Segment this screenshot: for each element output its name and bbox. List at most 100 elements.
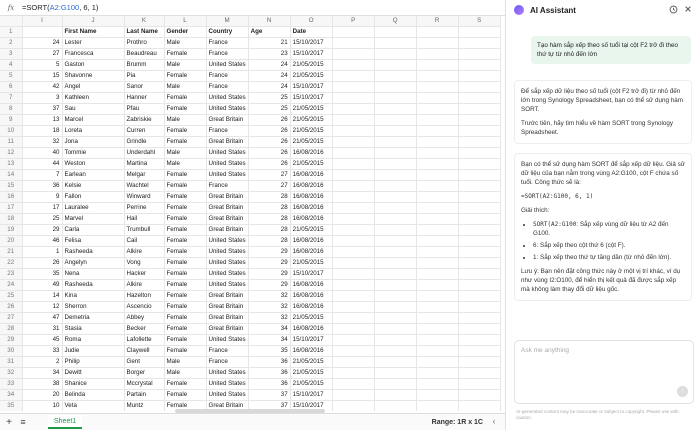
cell[interactable]: 37 bbox=[22, 103, 63, 116]
cell[interactable]: 28 bbox=[248, 191, 291, 204]
cell[interactable]: 32 bbox=[22, 136, 63, 149]
cell[interactable]: Francesca bbox=[62, 48, 125, 61]
cell[interactable]: 1 bbox=[22, 246, 63, 259]
cell[interactable] bbox=[332, 279, 375, 292]
cell[interactable]: Perrine bbox=[124, 202, 165, 215]
cell[interactable]: 21/05/2015 bbox=[290, 367, 333, 380]
cell[interactable] bbox=[374, 213, 417, 226]
cell[interactable]: 21/05/2015 bbox=[290, 356, 333, 369]
row-header[interactable]: 21 bbox=[0, 246, 23, 259]
cell[interactable] bbox=[416, 301, 459, 314]
row-header[interactable]: 28 bbox=[0, 323, 23, 336]
cell[interactable]: 38 bbox=[22, 378, 63, 391]
cell[interactable] bbox=[332, 323, 375, 336]
cell[interactable]: 15/10/2017 bbox=[290, 268, 333, 281]
cell[interactable]: France bbox=[206, 345, 249, 358]
cell[interactable] bbox=[332, 147, 375, 160]
column-header[interactable]: J bbox=[62, 16, 125, 28]
cell[interactable] bbox=[374, 125, 417, 138]
cell[interactable]: France bbox=[206, 81, 249, 94]
cell[interactable]: Veta bbox=[62, 400, 125, 411]
cell[interactable] bbox=[458, 378, 501, 391]
cell[interactable]: 16/08/2016 bbox=[290, 345, 333, 358]
cell[interactable] bbox=[374, 246, 417, 259]
cell[interactable] bbox=[416, 345, 459, 358]
cell[interactable]: Great Britain bbox=[206, 323, 249, 336]
cell[interactable]: Demetria bbox=[62, 312, 125, 325]
cell[interactable]: 37 bbox=[248, 389, 291, 402]
row-header[interactable]: 15 bbox=[0, 180, 23, 193]
cell[interactable] bbox=[374, 235, 417, 248]
cell[interactable] bbox=[332, 169, 375, 182]
row-header[interactable]: 24 bbox=[0, 279, 23, 292]
cell[interactable]: Male bbox=[164, 158, 207, 171]
cell[interactable]: Angel bbox=[62, 81, 125, 94]
cell[interactable] bbox=[332, 235, 375, 248]
cell[interactable] bbox=[374, 147, 417, 160]
cell[interactable] bbox=[458, 356, 501, 369]
cell[interactable] bbox=[332, 191, 375, 204]
cell[interactable] bbox=[458, 235, 501, 248]
cell[interactable]: 16/08/2016 bbox=[290, 213, 333, 226]
cell[interactable]: Carla bbox=[62, 224, 125, 237]
column-header[interactable]: N bbox=[248, 16, 291, 28]
cell[interactable]: Cail bbox=[124, 235, 165, 248]
cell[interactable] bbox=[374, 136, 417, 149]
cell[interactable]: Female bbox=[164, 103, 207, 116]
cell[interactable]: Great Britain bbox=[206, 290, 249, 303]
cell[interactable] bbox=[458, 37, 501, 50]
cell[interactable]: United States bbox=[206, 92, 249, 105]
cell[interactable]: Female bbox=[164, 125, 207, 138]
cell[interactable]: Sau bbox=[62, 103, 125, 116]
cell[interactable]: Gent bbox=[124, 356, 165, 369]
cell[interactable]: 15/10/2017 bbox=[290, 81, 333, 94]
row-header[interactable]: 34 bbox=[0, 389, 23, 402]
cell[interactable] bbox=[332, 81, 375, 94]
cell[interactable] bbox=[374, 224, 417, 237]
row-header[interactable]: 30 bbox=[0, 345, 23, 358]
cell[interactable] bbox=[458, 103, 501, 116]
cell[interactable]: Lafollette bbox=[124, 334, 165, 347]
cell[interactable]: 20 bbox=[22, 389, 63, 402]
cell[interactable]: Dewitt bbox=[62, 367, 125, 380]
close-icon[interactable] bbox=[684, 5, 692, 15]
cell[interactable] bbox=[374, 345, 417, 358]
cell[interactable] bbox=[332, 301, 375, 314]
cell[interactable]: United States bbox=[206, 257, 249, 270]
row-header[interactable]: 31 bbox=[0, 356, 23, 369]
column-header[interactable]: M bbox=[206, 16, 249, 28]
cell[interactable]: Rasheeda bbox=[62, 279, 125, 292]
cell[interactable]: France bbox=[206, 37, 249, 50]
cell[interactable]: 36 bbox=[22, 180, 63, 193]
cell[interactable]: Weston bbox=[62, 158, 125, 171]
cell[interactable]: 24 bbox=[248, 81, 291, 94]
cell[interactable] bbox=[416, 114, 459, 127]
cell[interactable]: Zabriskie bbox=[124, 114, 165, 127]
row-header[interactable]: 5 bbox=[0, 70, 23, 83]
cell[interactable] bbox=[458, 70, 501, 83]
cell[interactable] bbox=[416, 367, 459, 380]
cell[interactable]: Nena bbox=[62, 268, 125, 281]
cell[interactable] bbox=[332, 378, 375, 391]
cell[interactable]: Mccrystal bbox=[124, 378, 165, 391]
cell[interactable]: Beaudreau bbox=[124, 48, 165, 61]
cell[interactable]: Hazelton bbox=[124, 290, 165, 303]
cell[interactable]: Borger bbox=[124, 367, 165, 380]
cell[interactable]: 34 bbox=[22, 367, 63, 380]
cell[interactable]: Female bbox=[164, 224, 207, 237]
cell[interactable]: 27 bbox=[248, 180, 291, 193]
cell[interactable]: Pia bbox=[124, 70, 165, 83]
cell[interactable]: 18 bbox=[22, 125, 63, 138]
cell[interactable] bbox=[374, 290, 417, 303]
cell[interactable]: 21/05/2015 bbox=[290, 224, 333, 237]
cell[interactable] bbox=[458, 334, 501, 347]
cell[interactable]: 26 bbox=[248, 147, 291, 160]
cell[interactable] bbox=[458, 345, 501, 358]
cell[interactable]: Sanor bbox=[124, 81, 165, 94]
cell[interactable] bbox=[416, 312, 459, 325]
cell[interactable]: Last Name bbox=[124, 26, 165, 39]
cell[interactable]: 47 bbox=[22, 312, 63, 325]
cell[interactable] bbox=[332, 268, 375, 281]
cell[interactable]: 32 bbox=[248, 290, 291, 303]
cell[interactable]: 15/10/2017 bbox=[290, 37, 333, 50]
